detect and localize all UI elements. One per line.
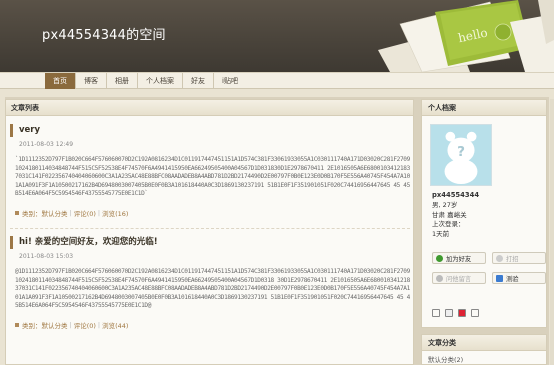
bullet-icon xyxy=(15,210,19,215)
envelope-decoration: hello xyxy=(378,0,554,72)
profile-panel: 个人档案 ? px44554344 男, 27岁 甘肃 嘉峪关 上次登录： 1天… xyxy=(421,99,547,328)
add-friend-icon xyxy=(436,254,443,262)
post-title-link[interactable]: hi! 亲爱的空间好友，欢迎您的光临! xyxy=(19,236,158,249)
page-header: px44554344的空间 hello xyxy=(0,0,554,72)
nav-friends[interactable]: 好友 xyxy=(183,73,214,89)
post-body: `1D1112352D797F1B020C664F576060070D2C192… xyxy=(15,156,410,197)
profile-last-login-label: 上次登录： xyxy=(432,220,465,229)
post-category-link[interactable]: 类别：默认分类 xyxy=(22,208,68,218)
post-category-link[interactable]: 类别：默认分类 xyxy=(22,320,68,330)
profile-location: 甘肃 嘉峪关 xyxy=(432,210,467,219)
article-list-panel: 文章列表 very 2011-08-03 12:49 `1D1112352D79… xyxy=(5,99,414,365)
quiz-icon xyxy=(496,274,503,282)
site-title: px44554344的空间 xyxy=(42,28,166,43)
post-meta: 类别：默认分类 | 评论(0) | 浏览(44) xyxy=(10,320,410,330)
nav-album[interactable]: 相册 xyxy=(107,73,138,89)
bullet-icon xyxy=(15,322,19,327)
profile-info: px44554344 男, 27岁 甘肃 嘉峪关 上次登录： 1天前 xyxy=(432,191,479,240)
profile-username[interactable]: px44554344 xyxy=(432,191,479,201)
leave-message-button[interactable]: 问他留言 xyxy=(432,272,486,284)
default-avatar-icon: ? xyxy=(444,131,478,185)
nav-bar: 首页 博客 相册 个人档案 好友 i贴吧 xyxy=(0,72,554,89)
profile-gender-age: 男, 27岁 xyxy=(432,200,458,209)
category-panel: 文章分类 默认分类(2) xyxy=(421,334,547,365)
category-heading: 文章分类 xyxy=(422,335,546,351)
profile-heading: 个人档案 xyxy=(422,100,546,116)
category-link[interactable]: 默认分类(2) xyxy=(422,354,546,364)
post-date: 2011-08-03 12:49 xyxy=(19,141,74,148)
nav-blog[interactable]: 博客 xyxy=(76,73,107,89)
grid-icon[interactable] xyxy=(471,309,479,317)
main-nav: 首页 博客 相册 个人档案 好友 i贴吧 xyxy=(45,73,246,89)
message-icon xyxy=(436,274,443,282)
post-views: 浏览(16) xyxy=(102,209,129,218)
post-views: 浏览(44) xyxy=(102,321,129,330)
nav-profile[interactable]: 个人档案 xyxy=(138,73,183,89)
post-item: very 2011-08-03 12:49 `1D1112352D797F1B0… xyxy=(10,124,410,218)
profile-last-login: 1天前 xyxy=(432,230,450,239)
svg-text:?: ? xyxy=(457,144,465,160)
share-icon[interactable] xyxy=(432,309,440,317)
post-divider xyxy=(10,228,410,229)
avatar[interactable]: ? xyxy=(430,124,492,186)
post-title-marker xyxy=(10,236,13,249)
page-scrollbar[interactable] xyxy=(550,99,554,365)
greet-icon xyxy=(496,254,503,262)
post-title-marker xyxy=(10,124,13,137)
post-title-link[interactable]: very xyxy=(19,124,40,137)
post-comments-link[interactable]: 评论(0) xyxy=(74,208,96,218)
post-comments-link[interactable]: 评论(0) xyxy=(74,320,96,330)
post-body: @1D1112352D797F1B020C664F576060070D2C192… xyxy=(15,268,410,309)
nav-tieba[interactable]: i贴吧 xyxy=(214,73,246,89)
quiz-button[interactable]: 测验 xyxy=(492,272,546,284)
gift-icon[interactable] xyxy=(458,309,466,317)
mail-icon[interactable] xyxy=(445,309,453,317)
nav-home[interactable]: 首页 xyxy=(45,73,76,89)
add-friend-button[interactable]: 加为好友 xyxy=(432,252,486,264)
share-icons xyxy=(432,309,479,317)
greet-button[interactable]: 打招 xyxy=(492,252,546,264)
post-meta: 类别：默认分类 | 评论(0) | 浏览(16) xyxy=(10,208,410,218)
post-item: hi! 亲爱的空间好友，欢迎您的光临! 2011-08-03 15:03 @1D… xyxy=(10,236,410,330)
article-list-heading: 文章列表 xyxy=(6,100,413,116)
post-date: 2011-08-03 15:03 xyxy=(19,253,74,260)
